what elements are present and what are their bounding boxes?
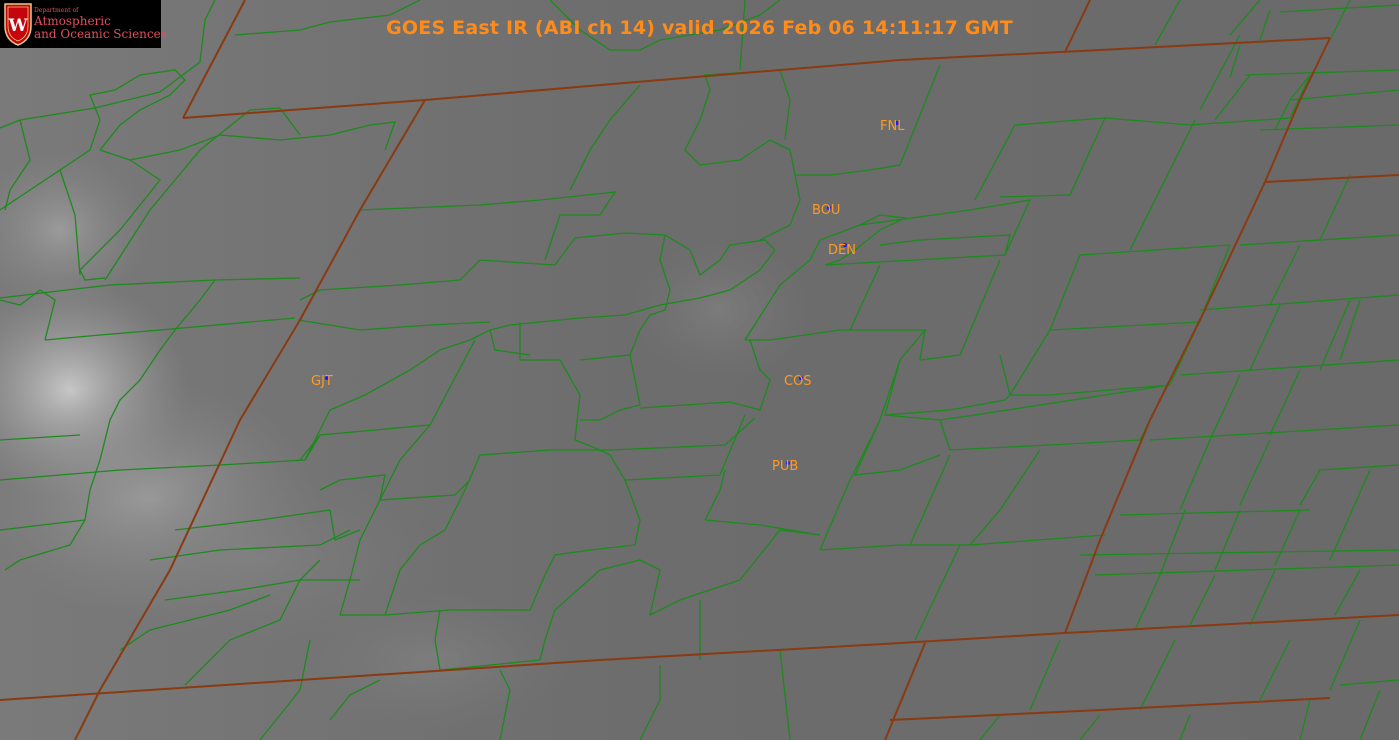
- logo-oceanic-sciences: and Oceanic Sciences: [34, 27, 167, 41]
- station-label-cos: COS: [784, 374, 812, 389]
- station-label-den: DEN: [828, 243, 856, 258]
- station-label-pub: PUB: [772, 459, 799, 474]
- crest-letter: W: [7, 16, 28, 36]
- logo-atmospheric: Atmospheric: [34, 14, 111, 28]
- logo-department: Department of: [34, 7, 79, 14]
- satellite-map[interactable]: [0, 0, 1399, 740]
- station-label-bou: BOU: [812, 203, 841, 218]
- aos-logo[interactable]: W Department of Atmospheric and Oceanic …: [0, 0, 167, 48]
- station-label-fnl: FNL: [880, 119, 905, 134]
- uw-crest-icon: W: [4, 3, 32, 46]
- station-label-gjt: GJT: [311, 374, 333, 389]
